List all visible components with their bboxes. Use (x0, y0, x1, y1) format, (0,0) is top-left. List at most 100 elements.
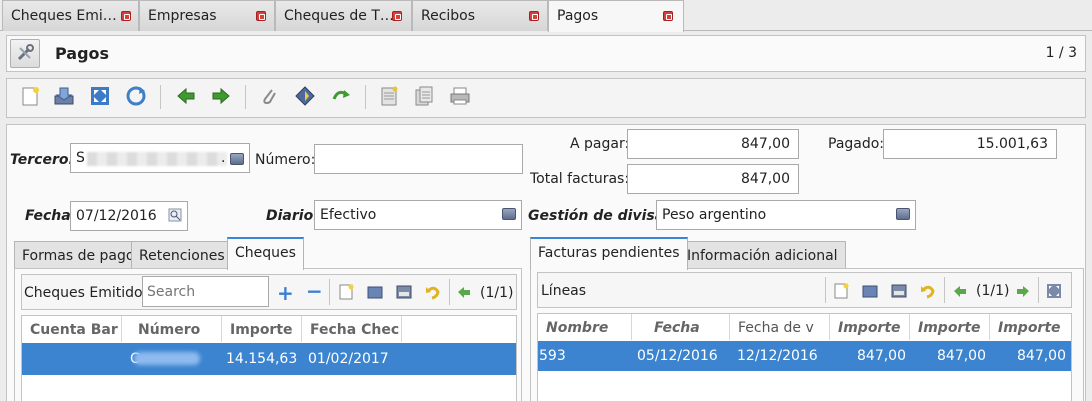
tab-label: Recibos (421, 8, 476, 24)
tab-empresas[interactable]: Empresas (139, 0, 275, 31)
facturas-toolbar: Líneas (1/1) (537, 272, 1072, 308)
gestion-divisas-field[interactable]: Peso argentino (656, 200, 916, 230)
previous-icon[interactable] (952, 284, 968, 300)
a-pagar-label: A pagar: (570, 136, 630, 152)
cheques-table: Cuenta Bar Número Importe Fecha Chec C 1… (21, 315, 517, 401)
tercero-value-end: . (221, 150, 226, 166)
switch-view-icon[interactable] (1046, 283, 1062, 299)
toolbar-separator (365, 85, 366, 109)
pagado-value: 15.001,63 (976, 136, 1048, 152)
column-header-cuenta[interactable]: Cuenta Bar (22, 316, 122, 342)
cell-fecha-vencimiento: 12/12/2016 (737, 348, 818, 364)
toolbar (6, 78, 1086, 118)
tab-cheques[interactable]: Cheques (227, 237, 304, 270)
window-menu-button[interactable] (10, 39, 40, 68)
tab-label: Empresas (148, 8, 217, 24)
cell-importe: 847,00 (857, 348, 906, 364)
open-folder-icon[interactable] (862, 283, 878, 299)
next-icon[interactable] (1015, 284, 1031, 300)
previous-record-icon[interactable] (175, 85, 197, 107)
tab-label: Cheques Emi… (11, 8, 117, 24)
relate-icon[interactable] (330, 85, 352, 107)
column-header-importe[interactable]: Importe (830, 314, 910, 340)
print-icon[interactable] (378, 85, 400, 107)
facturas-table: Nombre Fecha Fecha de v Importe Importe … (537, 313, 1072, 401)
facturas-title: Líneas (541, 283, 587, 299)
tab-label: Información adicional (687, 248, 838, 264)
column-header-fecha[interactable]: Fecha (632, 314, 730, 340)
total-facturas-field[interactable]: 847,00 (627, 164, 799, 194)
close-icon[interactable] (663, 11, 673, 21)
search-journal-icon[interactable] (502, 208, 516, 220)
tab-recibos[interactable]: Recibos (412, 0, 548, 31)
attachment-icon[interactable] (258, 85, 280, 107)
column-header-importe[interactable]: Importe (910, 314, 990, 340)
tab-facturas-pendientes[interactable]: Facturas pendientes (530, 237, 688, 270)
search-currency-icon[interactable] (896, 208, 910, 220)
calendar-icon[interactable] (168, 208, 182, 222)
tab-pagos[interactable]: Pagos (548, 0, 684, 32)
undo-icon[interactable] (425, 284, 441, 300)
new-line-icon[interactable] (338, 284, 354, 300)
toolbar-separator (944, 277, 945, 303)
pagado-label: Pagado: (828, 136, 885, 152)
cell-fecha: 01/02/2017 (308, 351, 389, 367)
tab-retenciones[interactable]: Retenciones (131, 241, 233, 269)
toolbar-separator (160, 85, 161, 109)
column-header-importe[interactable]: Importe (990, 314, 1071, 340)
fecha-value: 07/12/2016 (76, 208, 157, 224)
tab-formas-de-pago[interactable]: Formas de pago (14, 241, 143, 269)
toolbar-separator (449, 279, 450, 305)
a-pagar-field[interactable]: 847,00 (627, 129, 799, 159)
diario-field[interactable]: Efectivo (314, 200, 522, 230)
remove-icon[interactable]: − (306, 279, 323, 303)
cell-importe: 847,00 (1017, 348, 1066, 364)
fullscreen-icon[interactable] (89, 85, 111, 107)
save-icon[interactable] (53, 85, 75, 107)
previous-icon[interactable] (456, 285, 472, 301)
total-facturas-value: 847,00 (741, 171, 790, 187)
tab-cheques-emitidos[interactable]: Cheques Emi… (2, 0, 139, 31)
diario-label: Diario: (266, 208, 319, 224)
tab-cheques-terceros[interactable]: Cheques de T… (275, 0, 412, 31)
column-header-nombre[interactable]: Nombre (538, 314, 632, 340)
column-header-numero[interactable]: Número (122, 316, 222, 342)
add-icon[interactable]: + (277, 281, 294, 305)
save-line-icon[interactable] (891, 283, 907, 299)
tab-label: Retenciones (139, 248, 225, 264)
close-icon[interactable] (256, 11, 266, 21)
column-header-fecha[interactable]: Fecha Chec (302, 316, 402, 342)
table-row[interactable]: 593 05/12/2016 12/12/2016 847,00 847,00 … (538, 341, 1071, 371)
refresh-icon[interactable] (125, 85, 147, 107)
record-counter: 1 / 3 (1045, 45, 1077, 61)
toolbar-separator (825, 277, 826, 303)
tab-informacion-adicional[interactable]: Información adicional (679, 241, 846, 269)
close-icon[interactable] (529, 11, 539, 21)
close-icon[interactable] (392, 11, 402, 21)
tercero-field[interactable]: S . (70, 143, 250, 173)
facturas-pager: (1/1) (976, 283, 1010, 299)
tercero-label: Tercero: (10, 152, 75, 168)
toolbar-separator (329, 279, 330, 305)
close-icon[interactable] (121, 11, 131, 21)
pagado-field[interactable]: 15.001,63 (883, 129, 1057, 159)
numero-label: Número: (255, 152, 316, 168)
search-input[interactable] (142, 276, 269, 307)
new-line-icon[interactable] (833, 283, 849, 299)
save-line-icon[interactable] (396, 284, 412, 300)
undo-icon[interactable] (920, 283, 936, 299)
tools-icon (17, 44, 34, 61)
new-record-icon[interactable] (19, 85, 41, 107)
table-row[interactable]: C 14.154,63 01/02/2017 (22, 343, 516, 375)
printer-icon[interactable] (449, 85, 471, 107)
column-header-fecha-vencimiento[interactable]: Fecha de v (730, 314, 830, 340)
search-party-icon[interactable] (230, 153, 244, 165)
numero-field[interactable] (314, 144, 523, 174)
print-preview-icon[interactable] (413, 85, 435, 107)
open-folder-icon[interactable] (367, 284, 383, 300)
action-icon[interactable] (294, 85, 316, 107)
column-header-importe[interactable]: Importe (222, 316, 302, 342)
cell-fecha: 05/12/2016 (637, 348, 718, 364)
cell-importe: 14.154,63 (226, 351, 298, 367)
next-record-icon[interactable] (210, 85, 232, 107)
